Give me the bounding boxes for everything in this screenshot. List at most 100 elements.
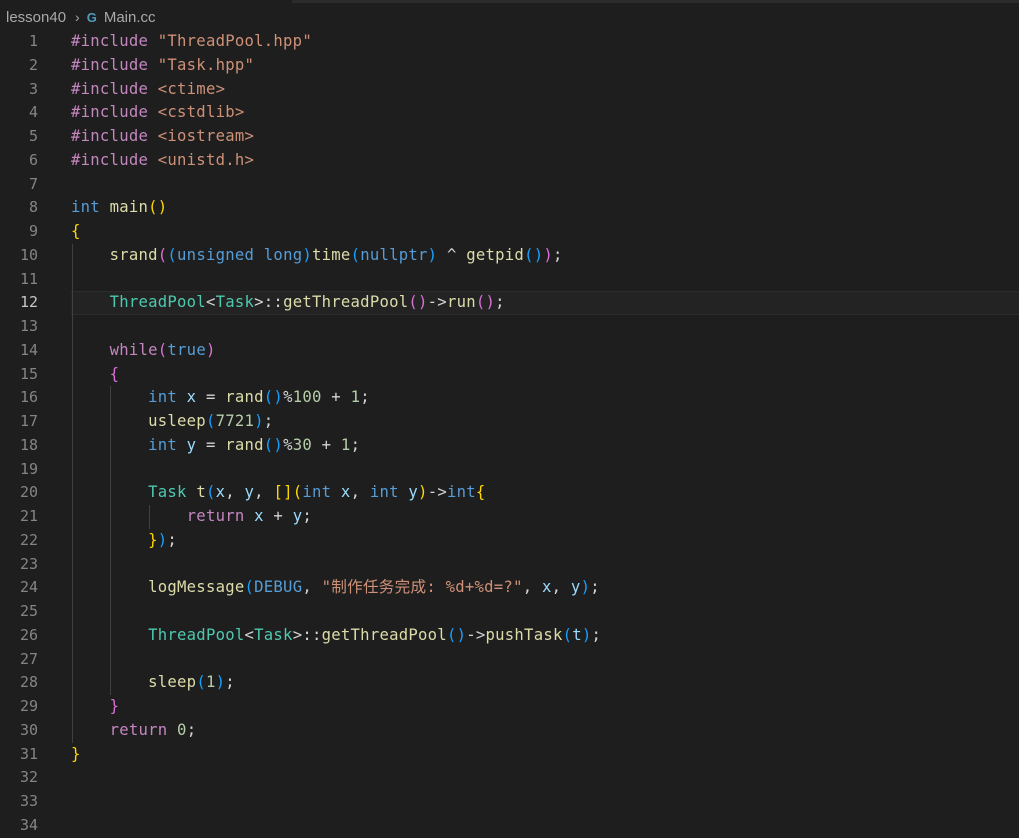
code-line[interactable]: 30 return 0;	[0, 719, 1019, 743]
breadcrumb-file[interactable]: Main.cc	[104, 9, 156, 26]
code-token: ;	[350, 435, 361, 454]
code-line[interactable]: 6 #include <unistd.h>	[0, 149, 1019, 173]
code-token: y	[244, 483, 255, 502]
code-line[interactable]: 20 Task t(x, y, [](int x, int y)->int{	[0, 481, 1019, 505]
line-number: 26	[19, 625, 38, 644]
code-line[interactable]: 12 ThreadPool<Task>::getThreadPool()->ru…	[0, 291, 1019, 315]
code-token: Task	[215, 293, 255, 312]
code-line[interactable]: 33	[0, 790, 1019, 814]
code-line[interactable]: 2 #include "Task.hpp"	[0, 54, 1019, 78]
code-token: %	[283, 388, 293, 407]
line-number: 23	[19, 554, 38, 573]
code-token: }	[148, 530, 158, 549]
code-line[interactable]: 14 while(true)	[0, 339, 1019, 363]
code-line[interactable]: 16 int x = rand()%100 + 1;	[0, 386, 1019, 410]
code-token: int	[302, 483, 332, 502]
code-line[interactable]: 27	[0, 648, 1019, 672]
code-line[interactable]: 23	[0, 553, 1019, 577]
code-token: int	[71, 198, 100, 217]
line-number: 10	[19, 245, 38, 264]
indent-guide	[72, 243, 73, 743]
code-line[interactable]: 9{	[0, 220, 1019, 244]
code-text: int x = rand()%100 + 1;	[71, 386, 370, 410]
code-line[interactable]: 17 usleep(7721);	[0, 410, 1019, 434]
code-token: rand	[225, 388, 264, 407]
code-line[interactable]: 8 int main()	[0, 196, 1019, 220]
code-text: #include "Task.hpp"	[71, 54, 254, 78]
code-token: ->	[466, 625, 486, 644]
line-number: 11	[19, 269, 38, 288]
code-line[interactable]: 3 #include <ctime>	[0, 78, 1019, 102]
code-line[interactable]: 29 }	[0, 695, 1019, 719]
code-text: #include <iostream>	[71, 125, 254, 149]
code-line[interactable]: 1 #include "ThreadPool.hpp"	[0, 30, 1019, 54]
code-token: t	[572, 625, 582, 644]
code-token: getThreadPool	[283, 293, 409, 312]
line-number: 5	[28, 127, 38, 145]
line-number: 17	[19, 412, 38, 430]
code-line[interactable]: 31}	[0, 743, 1019, 767]
code-token: return	[186, 507, 245, 525]
code-line[interactable]: 28 sleep(1);	[0, 671, 1019, 695]
code-token: #include	[71, 32, 158, 50]
code-line[interactable]: 34	[0, 814, 1019, 838]
breadcrumb: lesson40 › G Main.cc	[0, 0, 1019, 34]
code-line[interactable]: 25	[0, 600, 1019, 624]
code-line[interactable]: 24 logMessage(DEBUG, "制作任务完成: %d+%d=?", …	[0, 576, 1019, 600]
code-token: (	[157, 340, 168, 359]
code-line[interactable]: 26 ThreadPool<Task>::getThreadPool()->pu…	[0, 624, 1019, 648]
code-token: #include	[71, 127, 158, 145]
code-token: usleep	[148, 412, 206, 430]
code-line[interactable]: 11	[0, 268, 1019, 292]
code-token: )	[157, 530, 168, 549]
code-token: ;	[591, 625, 602, 644]
line-number: 12	[19, 293, 38, 312]
code-token: ,	[522, 578, 542, 597]
code-editor[interactable]: 1 #include "ThreadPool.hpp" 2 #include "Tas…	[0, 30, 1019, 834]
code-token: =	[196, 388, 226, 407]
code-line[interactable]: 32	[0, 766, 1019, 790]
code-token: (	[562, 625, 573, 644]
code-line[interactable]: 7	[0, 173, 1019, 197]
code-text: });	[71, 529, 177, 553]
code-text: ThreadPool<Task>::getThreadPool()->run()…	[71, 291, 505, 315]
code-text: sleep(1);	[71, 671, 235, 695]
line-number: 28	[19, 673, 38, 692]
code-token: <ctime>	[157, 79, 226, 98]
code-line[interactable]: 19	[0, 458, 1019, 482]
code-token: srand	[109, 245, 158, 264]
code-line[interactable]: 21 return x + y;	[0, 505, 1019, 529]
code-line[interactable]: 10 srand((unsigned long)time(nullptr) ^ …	[0, 244, 1019, 268]
code-token: #include	[71, 150, 158, 169]
code-line[interactable]: 22 });	[0, 529, 1019, 553]
code-line[interactable]: 13	[0, 315, 1019, 339]
code-line[interactable]: 15 {	[0, 363, 1019, 387]
line-number: 9	[28, 222, 38, 240]
code-token: }	[109, 697, 120, 715]
breadcrumb-folder[interactable]: lesson40	[6, 9, 66, 26]
code-token: y	[292, 507, 303, 525]
code-token: x	[542, 578, 552, 597]
code-line[interactable]: 18 int y = rand()%30 + 1;	[0, 434, 1019, 458]
code-text: logMessage(DEBUG, "制作任务完成: %d+%d=?", x, …	[71, 576, 600, 600]
code-token: sleep	[148, 673, 197, 692]
code-line[interactable]: 5 #include <iostream>	[0, 125, 1019, 149]
code-token: ThreadPool	[109, 293, 206, 312]
code-token: )	[581, 625, 592, 644]
line-number: 2	[28, 55, 38, 74]
code-token: +	[312, 435, 341, 454]
code-token: ;	[186, 720, 197, 739]
code-text: #include <ctime>	[71, 78, 225, 102]
code-line[interactable]: 4 #include <cstdlib>	[0, 101, 1019, 125]
code-token: ;	[225, 673, 235, 692]
code-text: #include <cstdlib>	[71, 101, 245, 125]
code-token: x	[340, 483, 351, 502]
code-text: return x + y;	[71, 505, 312, 529]
code-token: )	[302, 245, 312, 264]
line-number: 4	[28, 103, 38, 122]
line-number: 24	[19, 578, 38, 597]
